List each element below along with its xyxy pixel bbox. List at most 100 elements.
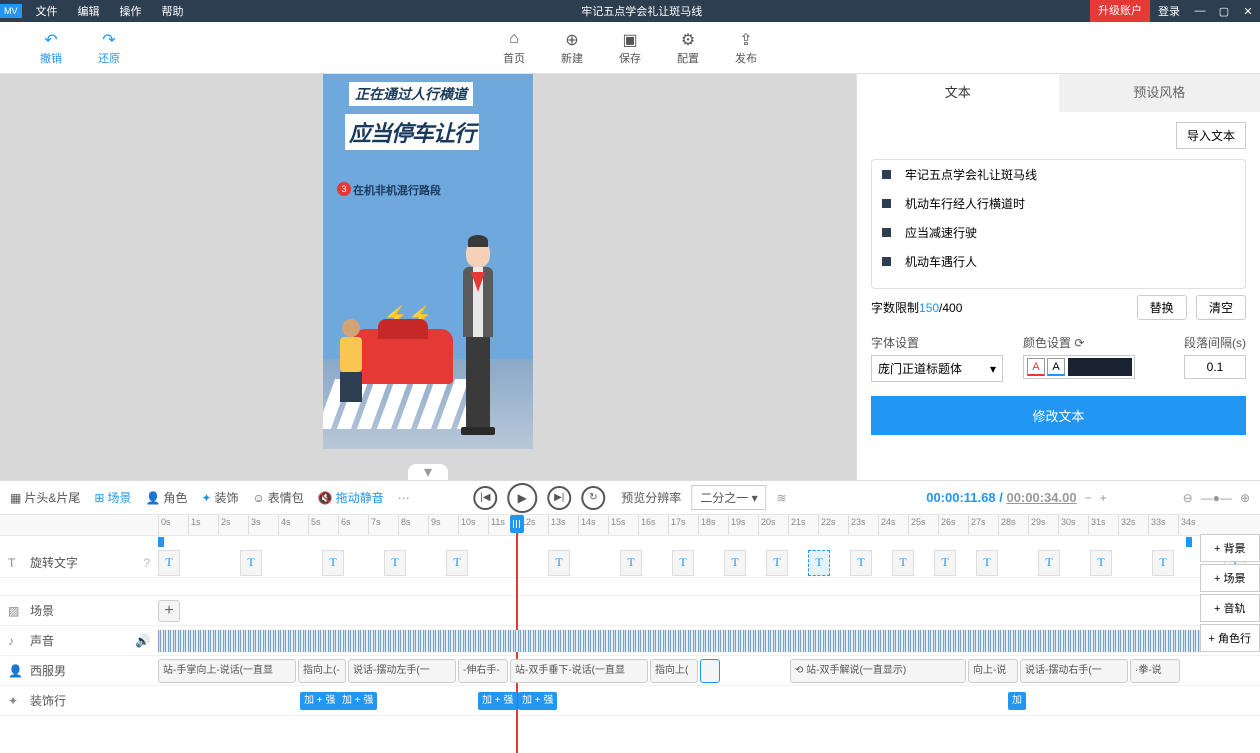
font-select[interactable]: 庞门正道标题体▾ (871, 355, 1003, 382)
menu-edit[interactable]: 编辑 (68, 3, 110, 19)
character-clip[interactable]: 说话-摆动左手(一 (348, 659, 456, 683)
text-clip[interactable]: T (620, 550, 642, 576)
add-scene-button[interactable]: + (158, 600, 180, 622)
modify-text-button[interactable]: 修改文本 (871, 396, 1246, 435)
text-clip[interactable]: T (158, 550, 180, 576)
tab-preset[interactable]: 预设风格 (1059, 74, 1260, 112)
sound-track[interactable] (158, 626, 1260, 655)
text-clip[interactable]: T (548, 550, 570, 576)
text-list[interactable]: 牢记五点学会礼让斑马线 机动车行经人行横道时 应当减速行驶 机动车遇行人 (871, 159, 1246, 289)
text-clip[interactable]: T (1038, 550, 1060, 576)
text-clip[interactable]: T (384, 550, 406, 576)
text-clip[interactable]: T (808, 550, 830, 576)
range-end-handle[interactable] (1186, 537, 1192, 547)
zoom-in-icon[interactable]: ⊕ (1240, 491, 1250, 505)
upgrade-button[interactable]: 升级账户 (1090, 0, 1150, 22)
decoration-clip[interactable]: 加 + 强 (300, 692, 339, 710)
decoration-clip[interactable]: 加 + 强 (478, 692, 517, 710)
menu-help[interactable]: 帮助 (152, 3, 194, 19)
zoom-out-time[interactable]: − (1085, 491, 1092, 505)
zoom-in-time[interactable]: + (1100, 491, 1107, 505)
text-clip[interactable]: T (672, 550, 694, 576)
play-button[interactable]: ▶ (507, 483, 537, 513)
menu-file[interactable]: 文件 (26, 3, 68, 19)
loop-button[interactable]: ↻ (581, 486, 605, 510)
decoration-clip[interactable]: 加 + 强 (338, 692, 377, 710)
add-scene-side-button[interactable]: + 场景 (1200, 564, 1260, 592)
character-clip[interactable]: 站-双手垂下-说话(一直显 (510, 659, 648, 683)
clear-button[interactable]: 清空 (1196, 295, 1246, 320)
tool-headtail[interactable]: ▦片头&片尾 (10, 489, 80, 506)
publish-button[interactable]: ⇪发布 (735, 30, 757, 66)
character-clip[interactable]: 指向上( (650, 659, 698, 683)
new-button[interactable]: ⊕新建 (561, 30, 583, 66)
maximize-button[interactable]: ▢ (1212, 5, 1236, 18)
tool-emoji[interactable]: ☺表情包 (252, 489, 303, 506)
text-clip[interactable]: T (892, 550, 914, 576)
text-clip[interactable]: T (766, 550, 788, 576)
character-track[interactable]: 站-手掌向上-说话(一直显指向上(-说话-摆动左手(一-伸右手-站-双手垂下-说… (158, 656, 1260, 685)
tool-scene[interactable]: ⊞场景 (94, 489, 131, 506)
text-clip[interactable]: T (322, 550, 344, 576)
redo-button[interactable]: ↷还原 (98, 30, 120, 66)
text-item[interactable]: 机动车遇行人 (872, 247, 1245, 276)
character-clip[interactable]: -伸右手- (458, 659, 508, 683)
menu-action[interactable]: 操作 (110, 3, 152, 19)
preview-select[interactable]: 二分之一 ▾ (691, 485, 766, 510)
scene-track[interactable]: + (158, 596, 1260, 625)
character-clip[interactable]: 向上-说 (968, 659, 1018, 683)
undo-button[interactable]: ↶撤销 (40, 30, 62, 66)
zoom-slider[interactable]: —●— (1201, 491, 1232, 505)
character-clip[interactable]: 说话-摆动右手(一 (1020, 659, 1128, 683)
text-track[interactable]: TTTTTTTTTTTTTTTTTTT (158, 548, 1260, 577)
canvas-preview[interactable]: 正在通过人行横道 应当停车让行 3 在机非机混行路段 ⚡⚡ ⟳ ⊖ 16:9 9… (323, 74, 533, 449)
text-clip[interactable]: T (446, 550, 468, 576)
sound-volume-icon[interactable]: 🔊 (135, 634, 150, 648)
character-clip[interactable] (700, 659, 720, 683)
expand-handle[interactable]: ▾ (408, 464, 448, 480)
help-icon[interactable]: ? (143, 556, 150, 570)
decoration-track[interactable]: 加 + 强加 + 强加 + 强加 + 强加 (158, 686, 1260, 715)
waveform[interactable] (158, 630, 1260, 652)
replace-button[interactable]: 替换 (1137, 295, 1187, 320)
text-clip[interactable]: T (850, 550, 872, 576)
add-character-row-button[interactable]: + 角色行 (1200, 624, 1260, 652)
next-button[interactable]: ▶| (547, 486, 571, 510)
close-button[interactable]: ✕ (1236, 5, 1260, 18)
character-clip[interactable]: 指向上(- (298, 659, 346, 683)
import-text-button[interactable]: 导入文本 (1176, 122, 1246, 149)
decoration-clip[interactable]: 加 (1008, 692, 1026, 710)
range-start-handle[interactable] (158, 537, 164, 547)
minimize-button[interactable]: — (1188, 5, 1212, 17)
decoration-clip[interactable]: 加 + 强 (518, 692, 557, 710)
playhead[interactable] (510, 515, 524, 533)
add-background-button[interactable]: + 背景 (1200, 534, 1260, 562)
more-icon[interactable]: ⋯ (398, 491, 410, 505)
text-clip[interactable]: T (934, 550, 956, 576)
character-clip[interactable]: ·拳-说 (1130, 659, 1180, 683)
tab-text[interactable]: 文本 (857, 74, 1059, 112)
timeline-ruler[interactable]: 0s1s2s3s4s5s6s7s8s9s10s11s12s13s14s15s16… (0, 514, 1260, 536)
text-clip[interactable]: T (1152, 550, 1174, 576)
canvas-area[interactable]: 正在通过人行横道 应当停车让行 3 在机非机混行路段 ⚡⚡ ⟳ ⊖ 16:9 9… (0, 74, 856, 480)
color-picker[interactable]: AA (1023, 355, 1135, 379)
tool-mute[interactable]: 🔇拖动静音 (318, 489, 384, 506)
layers-icon[interactable]: ≋ (777, 491, 787, 505)
prev-button[interactable]: |◀ (473, 486, 497, 510)
login-button[interactable]: 登录 (1150, 3, 1188, 19)
config-button[interactable]: ⚙配置 (677, 30, 699, 66)
canvas-text-1[interactable]: 正在通过人行横道 (349, 82, 473, 106)
canvas-text-2[interactable]: 应当停车让行 (345, 114, 479, 150)
tool-character[interactable]: 👤角色 (145, 489, 187, 506)
add-audio-button[interactable]: + 音轨 (1200, 594, 1260, 622)
text-clip[interactable]: T (240, 550, 262, 576)
text-item[interactable]: 机动车行经人行横道时 (872, 189, 1245, 218)
character-clip[interactable]: ⟲ 站-双手解说(一直显示) (790, 659, 966, 683)
home-button[interactable]: ⌂首页 (503, 30, 525, 66)
tool-decoration[interactable]: ✦装饰 (201, 489, 238, 506)
text-clip[interactable]: T (976, 550, 998, 576)
zoom-out-icon[interactable]: ⊖ (1183, 491, 1193, 505)
spacing-input[interactable] (1184, 355, 1246, 379)
save-button[interactable]: ▣保存 (619, 30, 641, 66)
text-clip[interactable]: T (724, 550, 746, 576)
